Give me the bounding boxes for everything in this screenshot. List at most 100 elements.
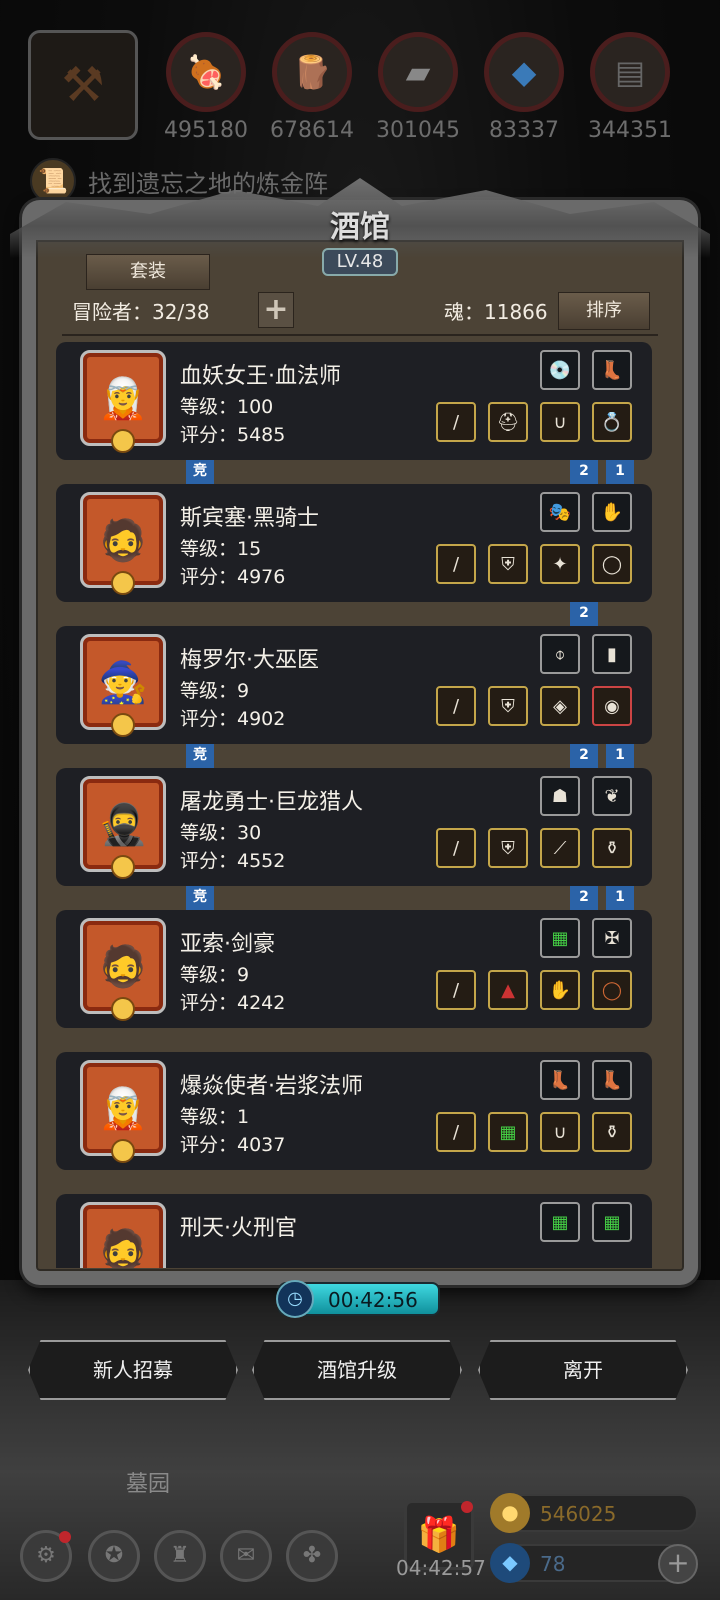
plus-icon: + xyxy=(263,292,289,327)
executioner-portrait-icon: 🧔 xyxy=(98,1227,148,1269)
location-label: 墓园 xyxy=(126,1472,171,1497)
swordsman-portrait-icon: 🧔 xyxy=(98,943,148,990)
upgrade-tavern-button[interactable]: 酒馆升级 xyxy=(252,1340,462,1400)
hero-portrait[interactable]: 🧝 xyxy=(80,350,166,453)
handshake-icon[interactable]: ✤ xyxy=(286,1530,338,1582)
resource-crystal[interactable]: ◆ 83337 xyxy=(474,28,574,143)
crossbow-icon[interactable]: / xyxy=(436,828,476,868)
hero-card[interactable]: 🥷 屠龙勇士·巨龙猎人 等级：30 评分：4552 ☗ ❦ / ⛨ ⟋ ⚱ xyxy=(56,768,652,886)
necklace-icon[interactable]: ⌽ xyxy=(540,634,580,674)
disc-icon[interactable]: 💿 xyxy=(540,350,580,390)
shaman-portrait-icon: 🧙 xyxy=(98,659,148,706)
green-tome-icon[interactable]: ▦ xyxy=(488,1112,528,1152)
axe-icon: ⚒ xyxy=(61,57,105,113)
red-cloak-icon[interactable]: ▲ xyxy=(488,970,528,1010)
iron-ingot-icon: ▰ xyxy=(378,32,458,112)
hero-level: 等级：9 xyxy=(180,964,250,986)
resource-wood[interactable]: 🪵 678614 xyxy=(262,28,362,143)
ring-icon[interactable]: 💍 xyxy=(592,402,632,442)
chestplate-icon[interactable]: ⛨ xyxy=(488,686,528,726)
mage-portrait-icon: 🧝 xyxy=(98,1085,148,1132)
castle-icon[interactable]: ♜ xyxy=(154,1530,206,1582)
fire-ring-icon[interactable]: ◯ xyxy=(592,970,632,1010)
helmet-icon[interactable]: ⛑ xyxy=(488,402,528,442)
hero-level: 等级：30 xyxy=(180,822,262,844)
suit-button[interactable]: 套装 xyxy=(86,254,210,290)
orb-ring-icon[interactable]: ◉ xyxy=(592,686,632,726)
gauntlet-icon[interactable]: ✋ xyxy=(592,492,632,532)
gold-coin-icon: ● xyxy=(490,1493,530,1533)
hero-portrait[interactable]: 🧔 xyxy=(80,1202,166,1268)
hero-name: 亚索·剑豪 xyxy=(180,932,275,957)
resource-meat[interactable]: 🍖 495180 xyxy=(156,28,256,143)
sword-icon[interactable]: / xyxy=(436,970,476,1010)
hero-portrait[interactable]: 🧔 xyxy=(80,918,166,1021)
feather-icon[interactable]: ❦ xyxy=(592,776,632,816)
hero-portrait[interactable]: 🧝 xyxy=(80,1060,166,1163)
settings-icon[interactable]: ⚙ xyxy=(20,1530,72,1582)
hero-portrait[interactable]: 🧙 xyxy=(80,634,166,737)
armor-icon[interactable]: ⛨ xyxy=(488,544,528,584)
refresh-timer: ◷ 00:42:56 xyxy=(276,1280,440,1318)
hero-avatar-slot[interactable]: ⚒ xyxy=(28,30,138,140)
amulet-icon[interactable]: ∪ xyxy=(540,1112,580,1152)
green-scroll-icon[interactable]: ▦ xyxy=(540,918,580,958)
hero-name: 斯宾塞·黑骑士 xyxy=(180,506,319,531)
add-gems-button[interactable]: + xyxy=(658,1544,698,1584)
hero-card[interactable]: 🧔 亚索·剑豪 等级：9 评分：4242 ▦ ✠ / ▲ ✋ ◯ xyxy=(56,910,652,1028)
soul-count: 魂：11866 xyxy=(444,300,548,324)
hero-score: 评分：4976 xyxy=(180,566,286,588)
boots-icon[interactable]: 👢 xyxy=(592,350,632,390)
adventurer-count: 冒险者：32/38 xyxy=(72,300,210,324)
resource-steel[interactable]: ▤ 344351 xyxy=(580,28,680,143)
leave-button[interactable]: 离开 xyxy=(478,1340,688,1400)
scroll-icon: 📜 xyxy=(30,158,76,204)
recruit-button[interactable]: 新人招募 xyxy=(28,1340,238,1400)
blue-boots-icon[interactable]: 👢 xyxy=(540,1060,580,1100)
hero-name: 爆焱使者·岩浆法师 xyxy=(180,1074,363,1099)
resource-iron[interactable]: ▰ 301045 xyxy=(368,28,468,143)
hero-list[interactable]: 🧝 血妖女王·血法师 等级：100 评分：5485 💿 👢 / ⛑ ∪ 💍 竞 … xyxy=(56,342,664,1268)
hero-portrait[interactable]: 🧔 xyxy=(80,492,166,595)
gem-amulet-icon[interactable]: ◈ xyxy=(540,686,580,726)
hero-card[interactable]: 🧝 爆焱使者·岩浆法师 等级：1 评分：4037 👢 👢 / ▦ ∪ ⚱ xyxy=(56,1052,652,1170)
scepter-icon[interactable]: / xyxy=(436,686,476,726)
moon-badge-icon xyxy=(111,713,135,737)
add-slot-button[interactable]: + xyxy=(258,292,294,328)
clock-icon: ◷ xyxy=(276,1280,314,1318)
hero-name: 血妖女王·血法师 xyxy=(180,364,341,389)
blue-boots-icon[interactable]: 👢 xyxy=(592,1060,632,1100)
wood-icon: 🪵 xyxy=(272,32,352,112)
green-scroll-icon[interactable]: ▦ xyxy=(592,1202,632,1242)
amulet-icon[interactable]: ∪ xyxy=(540,402,580,442)
resource-bar: ⚒ 🍖 495180 🪵 678614 ▰ 301045 ◆ 83337 ▤ 3… xyxy=(28,28,720,148)
leather-armor-icon[interactable]: ⛨ xyxy=(488,828,528,868)
resource-value: 83337 xyxy=(489,118,559,143)
green-scroll-icon[interactable]: ▦ xyxy=(540,1202,580,1242)
mask-icon[interactable]: 🎭 xyxy=(540,492,580,532)
claw-icon[interactable]: ☗ xyxy=(540,776,580,816)
emblem-icon[interactable]: ✠ xyxy=(592,918,632,958)
hero-name: 梅罗尔·大巫医 xyxy=(180,648,319,673)
quiver-icon[interactable]: ⟋ xyxy=(540,828,580,868)
gloves-icon[interactable]: ✋ xyxy=(540,970,580,1010)
staff-icon[interactable]: / xyxy=(436,402,476,442)
hero-card[interactable]: 🧔 斯宾塞·黑骑士 等级：15 评分：4976 🎭 ✋ / ⛨ ✦ ◯ xyxy=(56,484,652,602)
sparkle-icon[interactable]: ✦ xyxy=(540,544,580,584)
hero-card[interactable]: 🧔 刑天·火刑官 ▦ ▦ xyxy=(56,1194,652,1268)
hero-portrait[interactable]: 🥷 xyxy=(80,776,166,879)
vial-icon[interactable]: ⚱ xyxy=(592,1112,632,1152)
hero-card[interactable]: 🧝 血妖女王·血法师 等级：100 评分：5485 💿 👢 / ⛑ ∪ 💍 xyxy=(56,342,652,460)
hero-card[interactable]: 🧙 梅罗尔·大巫医 等级：9 评分：4902 ⌽ ▮ / ⛨ ◈ ◉ xyxy=(56,626,652,744)
potion-icon[interactable]: ⚱ xyxy=(592,828,632,868)
hero-score: 评分：4552 xyxy=(180,850,286,872)
book-icon[interactable]: ▮ xyxy=(592,634,632,674)
mail-icon[interactable]: ✉ xyxy=(220,1530,272,1582)
spear-icon[interactable]: / xyxy=(436,544,476,584)
hero-score: 评分：4242 xyxy=(180,992,286,1014)
sort-button[interactable]: 排序 xyxy=(558,292,650,330)
staff-icon[interactable]: / xyxy=(436,1112,476,1152)
quest-tracker[interactable]: 📜 找到遗忘之地的炼金阵 xyxy=(30,158,328,204)
bracelet-icon[interactable]: ◯ xyxy=(592,544,632,584)
shield-star-icon[interactable]: ✪ xyxy=(88,1530,140,1582)
